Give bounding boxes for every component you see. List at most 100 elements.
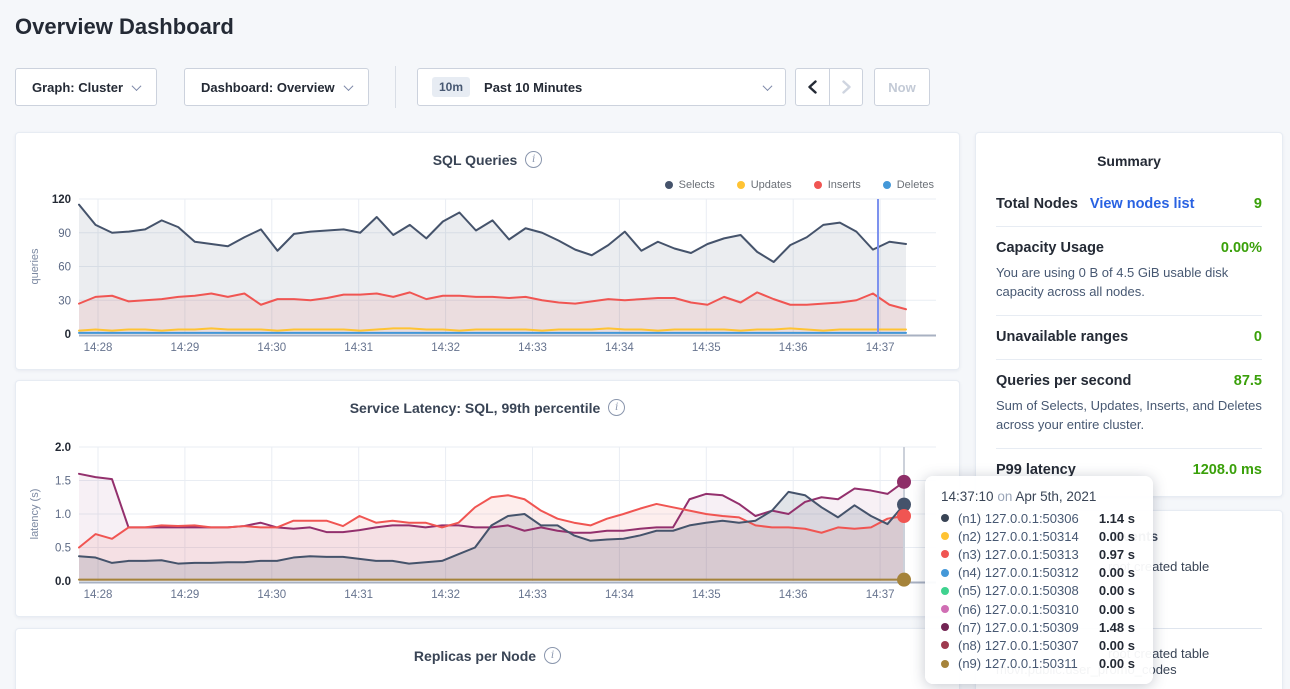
- summary-row-qps: Queries per second 87.5 Sum of Selects, …: [996, 359, 1262, 448]
- svg-text:14:35: 14:35: [692, 342, 721, 354]
- node-address: (n2) 127.0.0.1:50314: [958, 529, 1079, 544]
- qps-label: Queries per second: [996, 373, 1131, 389]
- svg-text:14:36: 14:36: [779, 589, 808, 601]
- page-title: Overview Dashboard: [15, 14, 234, 40]
- view-nodes-list-link[interactable]: View nodes list: [1090, 196, 1195, 212]
- svg-text:2.0: 2.0: [55, 442, 71, 454]
- svg-text:14:31: 14:31: [344, 342, 373, 354]
- node-color-dot: [941, 623, 949, 631]
- chevron-down-icon: [132, 81, 142, 91]
- svg-text:14:34: 14:34: [605, 342, 634, 354]
- svg-text:30: 30: [58, 295, 71, 307]
- replicas-card: Replicas per Node i: [15, 628, 960, 689]
- node-address: (n4) 127.0.0.1:50312: [958, 565, 1079, 580]
- svg-text:14:29: 14:29: [171, 342, 200, 354]
- chevron-right-icon: [841, 80, 852, 94]
- tooltip-row: (n5) 127.0.0.1:503080.00 s: [941, 582, 1139, 600]
- replicas-title-row: Replicas per Node i: [16, 629, 959, 664]
- svg-text:90: 90: [58, 228, 71, 240]
- node-color-dot: [941, 532, 949, 540]
- svg-text:14:28: 14:28: [84, 589, 113, 601]
- chart-hover-tooltip: 14:37:10 on Apr 5th, 2021 (n1) 127.0.0.1…: [925, 476, 1153, 684]
- svg-text:14:33: 14:33: [518, 589, 547, 601]
- svg-text:0: 0: [65, 329, 71, 341]
- tooltip-row: (n9) 127.0.0.1:50311 0.00 s: [941, 655, 1139, 673]
- capacity-usage-desc: You are using 0 B of 4.5 GiB usable disk…: [996, 263, 1262, 301]
- chevron-down-icon: [763, 81, 773, 91]
- node-latency-value: 1.48 s: [1099, 620, 1139, 635]
- svg-text:14:33: 14:33: [518, 342, 547, 354]
- summary-heading: Summary: [996, 149, 1262, 183]
- node-latency-value: 0.00 s: [1099, 638, 1139, 653]
- time-range-picker[interactable]: 10m Past 10 Minutes: [417, 68, 786, 106]
- svg-text:0.0: 0.0: [55, 576, 71, 588]
- svg-text:14:32: 14:32: [431, 589, 460, 601]
- replicas-title: Replicas per Node: [414, 648, 536, 664]
- node-color-dot: [941, 550, 949, 558]
- tooltip-row: (n6) 127.0.0.1:50310 0.00 s: [941, 600, 1139, 618]
- svg-text:14:30: 14:30: [257, 589, 286, 601]
- unavailable-ranges-value: 0: [1254, 329, 1262, 345]
- svg-text:14:31: 14:31: [344, 589, 373, 601]
- node-color-dot: [941, 569, 949, 577]
- tooltip-timestamp: 14:37:10 on Apr 5th, 2021: [941, 489, 1139, 504]
- svg-text:latency (s): latency (s): [29, 489, 41, 540]
- total-nodes-value: 9: [1254, 196, 1262, 212]
- svg-text:queries: queries: [29, 248, 41, 285]
- overview-dashboard-page: Overview Dashboard Graph: Cluster Dashbo…: [0, 0, 1290, 689]
- sql-queries-chart[interactable]: 14:28 14:29 14:30 14:31 14:32 14:33 14:34 14:35…: [16, 133, 961, 371]
- unavailable-ranges-label: Unavailable ranges: [996, 329, 1128, 345]
- info-icon[interactable]: i: [544, 647, 561, 664]
- p99-latency-value: 1208.0 ms: [1193, 462, 1262, 478]
- qps-desc: Sum of Selects, Updates, Inserts, and De…: [996, 396, 1262, 434]
- next-range-button[interactable]: [829, 69, 862, 105]
- svg-text:60: 60: [58, 262, 71, 274]
- node-color-dot: [941, 605, 949, 613]
- node-color-dot: [941, 587, 949, 595]
- sql-queries-card: SQL Queries i SelectsUpdatesInsertsDelet…: [15, 132, 960, 370]
- graph-dropdown[interactable]: Graph: Cluster: [15, 68, 157, 106]
- node-latency-value: 0.00 s: [1099, 656, 1139, 671]
- summary-row-total-nodes: Total Nodes View nodes list 9: [996, 183, 1262, 226]
- tooltip-row: (n1) 127.0.0.1:503061.14 s: [941, 509, 1139, 527]
- qps-value: 87.5: [1234, 373, 1262, 389]
- node-latency-value: 0.00 s: [1099, 602, 1139, 617]
- dashboard-dropdown[interactable]: Dashboard: Overview: [184, 68, 369, 106]
- node-latency-value: 0.00 s: [1099, 565, 1139, 580]
- latency-chart[interactable]: 14:28 14:29 14:30 14:31 14:32 14:33 14:34 14:35…: [16, 381, 961, 618]
- svg-text:14:28: 14:28: [84, 342, 113, 354]
- node-latency-value: 1.14 s: [1099, 511, 1139, 526]
- tooltip-node-list: (n1) 127.0.0.1:503061.14 s(n2) 127.0.0.1…: [941, 509, 1139, 673]
- node-color-dot: [941, 660, 949, 668]
- svg-text:14:30: 14:30: [257, 342, 286, 354]
- divider: [395, 66, 396, 108]
- svg-text:14:32: 14:32: [431, 342, 460, 354]
- tooltip-row: (n4) 127.0.0.1:50312 0.00 s: [941, 564, 1139, 582]
- svg-text:0.5: 0.5: [55, 543, 71, 555]
- node-address: (n6) 127.0.0.1:50310: [958, 602, 1079, 617]
- chevron-left-icon: [807, 80, 818, 94]
- svg-text:14:35: 14:35: [692, 589, 721, 601]
- tooltip-row: (n2) 127.0.0.1:50314 0.00 s: [941, 527, 1139, 545]
- node-address: (n7) 127.0.0.1:50309: [958, 620, 1079, 635]
- tooltip-row: (n8) 127.0.0.1:503070.00 s: [941, 636, 1139, 654]
- svg-text:14:37: 14:37: [866, 589, 895, 601]
- summary-row-capacity: Capacity Usage 0.00% You are using 0 B o…: [996, 226, 1262, 315]
- dashboard-dropdown-label: Dashboard: Overview: [201, 80, 335, 95]
- node-latency-value: 0.00 s: [1099, 583, 1139, 598]
- capacity-usage-label: Capacity Usage: [996, 240, 1104, 256]
- chevron-down-icon: [343, 81, 353, 91]
- svg-text:14:29: 14:29: [171, 589, 200, 601]
- range-label: Past 10 Minutes: [484, 80, 582, 95]
- node-latency-value: 0.00 s: [1099, 529, 1139, 544]
- now-button[interactable]: Now: [874, 68, 930, 106]
- svg-text:14:34: 14:34: [605, 589, 634, 601]
- capacity-usage-value: 0.00%: [1221, 240, 1262, 256]
- tooltip-row: (n3) 127.0.0.1:503130.97 s: [941, 545, 1139, 563]
- range-step-buttons: [795, 68, 863, 106]
- node-latency-value: 0.97 s: [1099, 547, 1139, 562]
- prev-range-button[interactable]: [796, 69, 829, 105]
- latency-card: Service Latency: SQL, 99th percentile i …: [15, 380, 960, 617]
- svg-text:14:36: 14:36: [779, 342, 808, 354]
- node-address: (n9) 127.0.0.1:50311: [958, 656, 1078, 671]
